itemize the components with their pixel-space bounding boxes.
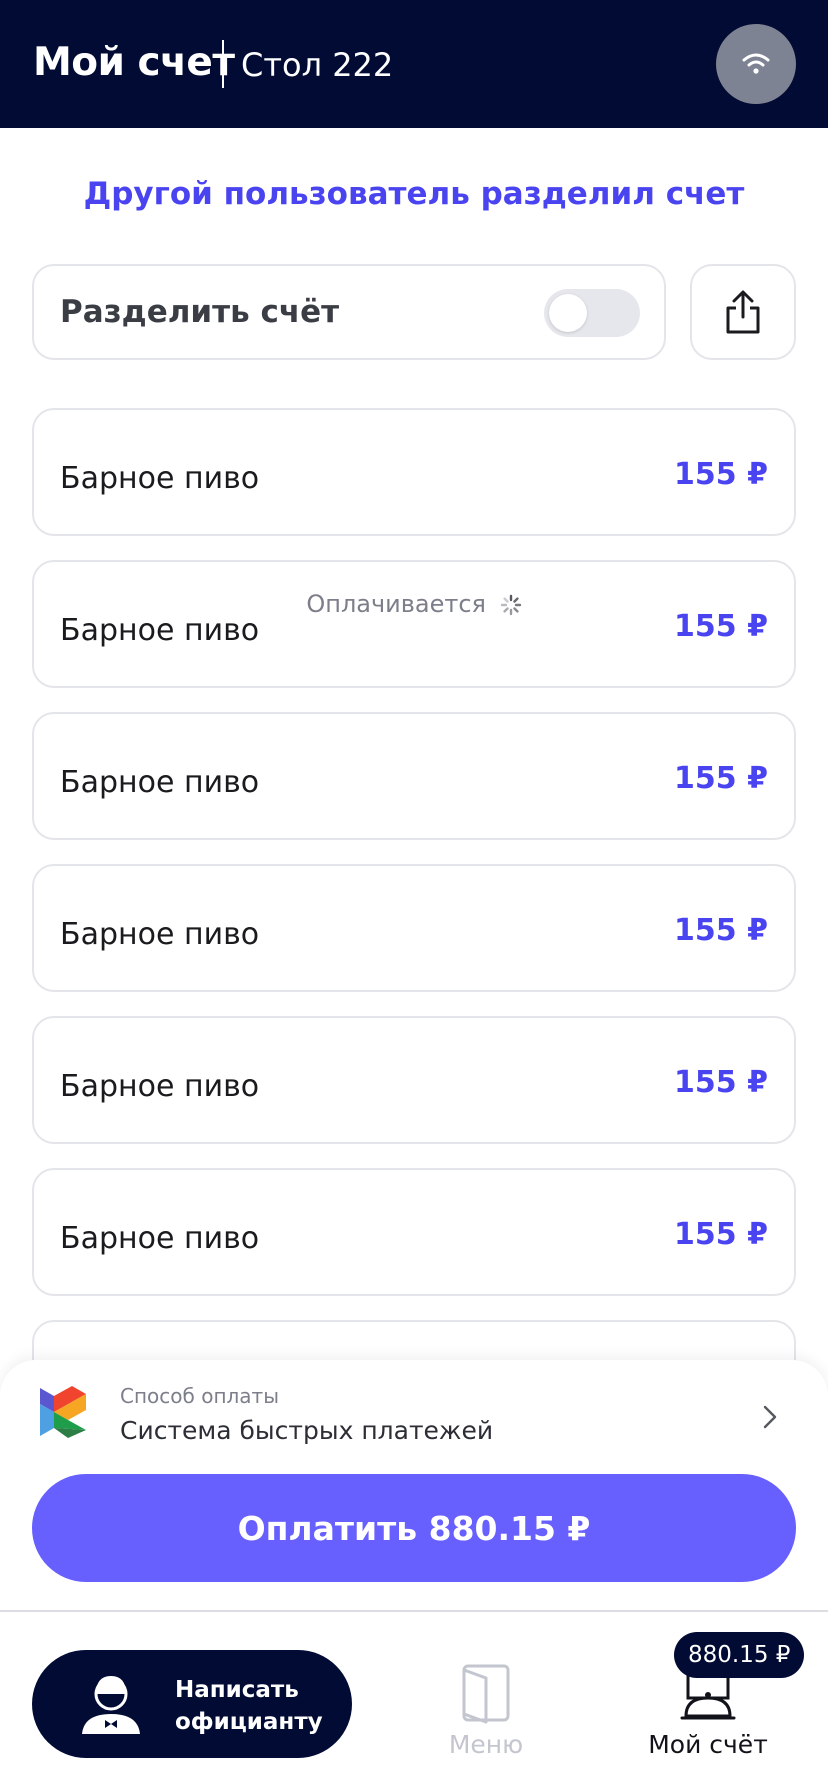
page-title: Мой счет — [33, 40, 235, 85]
payment-method-label: Способ оплаты — [120, 1384, 279, 1408]
item-name: Барное пиво — [60, 765, 260, 800]
table-number: Стол 222 — [241, 46, 394, 84]
bill-total-badge: 880.15 ₽ — [674, 1632, 805, 1678]
toggle-knob — [549, 294, 587, 332]
item-price: 155 ₽ — [674, 609, 768, 644]
split-bill-card: Разделить счёт — [32, 264, 666, 360]
nav-menu-label: Меню — [448, 1730, 524, 1759]
loading-spinner-icon — [500, 594, 521, 616]
item-price: 155 ₽ — [674, 1217, 768, 1252]
order-items-list: Барное пиво 155 ₽ Оплачивается Барное пи… — [32, 408, 796, 1472]
order-item[interactable]: Барное пиво 155 ₽ — [32, 408, 796, 536]
item-name: Барное пиво — [60, 1221, 260, 1256]
pay-button[interactable]: Оплатить 880.15 ₽ — [32, 1474, 796, 1582]
share-icon — [726, 290, 760, 334]
order-item[interactable]: Оплачивается Барное пиво 155 ₽ — [32, 560, 796, 688]
sbp-logo-icon — [40, 1386, 86, 1438]
chevron-right-icon — [763, 1405, 777, 1429]
call-waiter-button[interactable]: Написать официанту — [32, 1650, 352, 1758]
call-waiter-label: Написать официанту — [175, 1677, 323, 1735]
share-button[interactable] — [690, 264, 796, 360]
order-item[interactable]: Барное пиво 155 ₽ — [32, 1016, 796, 1144]
item-price: 155 ₽ — [674, 1065, 768, 1100]
item-price: 155 ₽ — [674, 913, 768, 948]
order-item[interactable]: Барное пиво 155 ₽ — [32, 1168, 796, 1296]
split-notice: Другой пользователь разделил счет — [83, 176, 745, 212]
wifi-icon — [742, 53, 770, 74]
order-item[interactable]: Барное пиво 155 ₽ — [32, 864, 796, 992]
order-item[interactable]: Барное пиво 155 ₽ — [32, 712, 796, 840]
payment-panel: Способ оплаты Система быстрых платежей О… — [0, 1360, 828, 1610]
item-price: 155 ₽ — [674, 457, 768, 492]
header-bar: Мой счет Стол 222 — [0, 0, 828, 128]
bottom-nav: Написать официанту Меню Мой счёт 880.15 … — [0, 1610, 828, 1792]
item-name: Барное пиво — [60, 917, 260, 952]
waiter-icon — [82, 1676, 140, 1734]
nav-my-bill-label: Мой счёт — [648, 1730, 768, 1759]
wifi-button[interactable] — [716, 24, 796, 104]
nav-menu[interactable]: Меню — [446, 1662, 526, 1759]
item-name: Барное пиво — [60, 1069, 260, 1104]
payment-method-value: Система быстрых платежей — [120, 1416, 494, 1445]
item-name: Барное пиво — [60, 613, 260, 648]
split-bill-label: Разделить счёт — [60, 294, 340, 330]
item-price: 155 ₽ — [674, 761, 768, 796]
header-divider — [222, 40, 224, 88]
item-status-label: Оплачивается — [306, 590, 486, 618]
menu-book-icon — [462, 1664, 510, 1724]
split-bill-toggle[interactable] — [544, 289, 640, 337]
item-name: Барное пиво — [60, 461, 260, 496]
